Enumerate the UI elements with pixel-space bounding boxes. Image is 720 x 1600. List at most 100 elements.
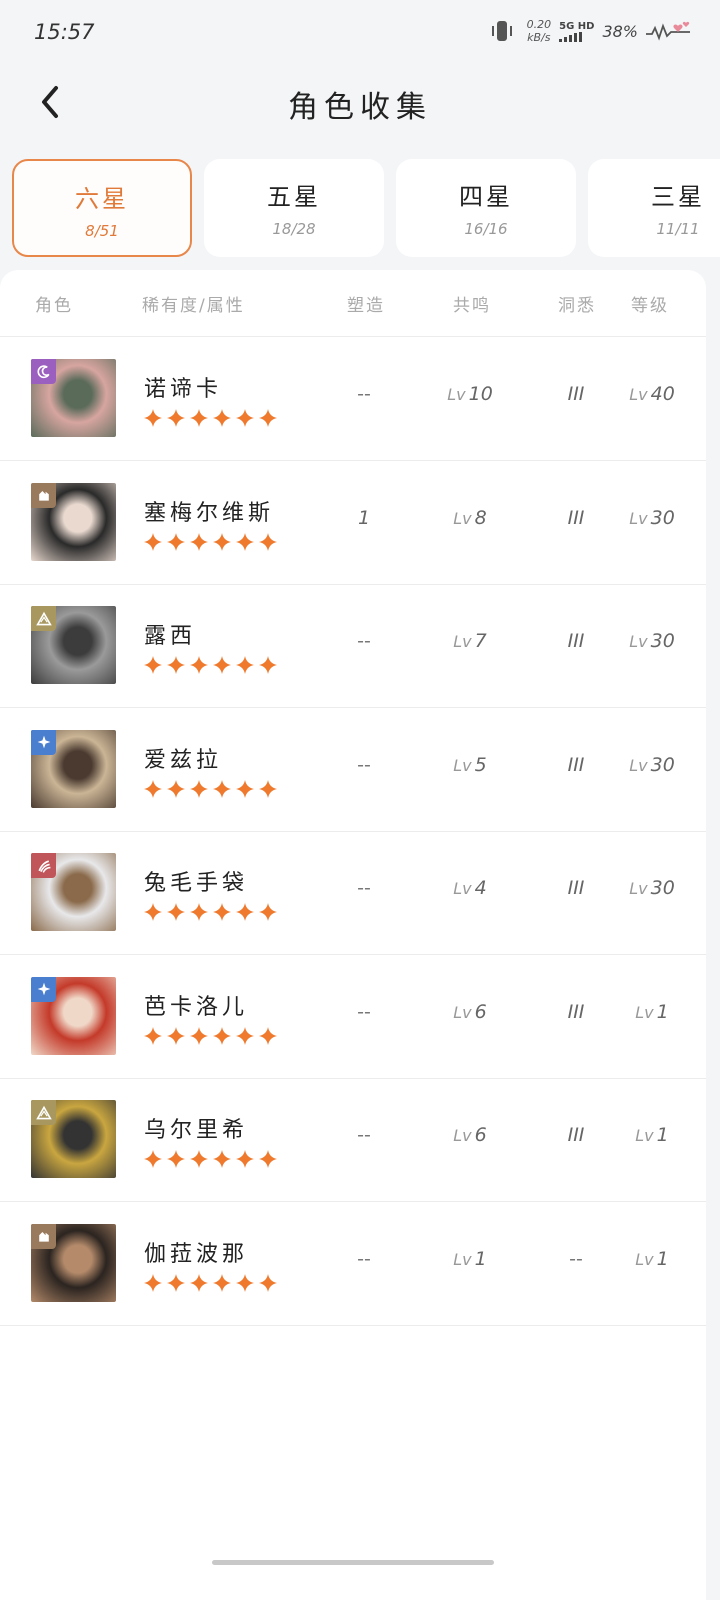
resonance-number: 5 [474,753,487,776]
tab-three-star[interactable]: 三星 11/11 [588,159,720,257]
column-header-character: 角色 [35,296,73,316]
column-header-shaping: 塑造 [347,296,385,316]
tab-label: 三星 [651,183,705,211]
star-icon [212,655,232,679]
star-icon [143,408,163,432]
beast-icon [31,482,56,508]
character-portrait [31,482,116,561]
tab-count: 11/11 [656,220,700,238]
character-name: 诺谛卡 [144,377,223,402]
level-prefix: Lv [635,1249,654,1269]
level-number: 1 [656,1247,669,1270]
level-number: 30 [650,753,675,776]
insight-value: III [567,753,585,776]
star-spark-icon [31,976,56,1002]
character-name: 兔毛手袋 [144,871,249,896]
status-icons: 0.20 kB/s 5G HD 38% [491,18,690,44]
claw-icon [31,853,56,878]
star-icon [166,1026,186,1050]
table-row[interactable]: 乌尔里希 -- Lv 6 III Lv 1 [0,1078,706,1202]
tab-label: 六星 [75,185,129,213]
star-icon [258,902,278,926]
star-icon [189,1026,209,1050]
table-row[interactable]: 伽菈波那 -- Lv 1 -- Lv 1 [0,1202,706,1326]
rarity-tabs: 六星 8/51 五星 18/28 四星 16/16 三星 11/11 [12,159,720,259]
beast-icon [31,1223,56,1249]
insight-value: -- [569,1247,583,1270]
level-prefix: Lv [453,508,472,528]
resonance-value: Lv 1 [453,1248,486,1270]
resonance-value: Lv 6 [453,1001,486,1023]
rarity-stars [143,1273,278,1297]
star-icon [189,1149,209,1173]
star-icon [166,532,186,556]
level-prefix: Lv [447,385,466,404]
star-icon [212,408,232,432]
resonance-value: Lv 7 [453,630,486,652]
level-prefix: Lv [453,1126,472,1145]
star-icon [235,902,255,926]
page-title: 角色收集 [288,90,432,125]
table-row[interactable]: 塞梅尔维斯 1 Lv 8 III Lv 30 [0,461,706,585]
level-prefix: Lv [453,1002,472,1022]
level-prefix: Lv [629,879,648,898]
star-icon [143,1026,163,1050]
tab-four-star[interactable]: 四星 16/16 [396,159,576,257]
star-icon [143,655,163,679]
shaping-value: -- [357,1247,371,1270]
shaping-value: -- [357,383,371,405]
star-icon [212,779,232,803]
level-prefix: Lv [629,755,648,775]
character-portrait [31,1100,116,1178]
resonance-number: 1 [474,1247,487,1270]
level-value: Lv 30 [629,754,675,776]
rarity-stars [143,779,278,803]
level-value: Lv 30 [629,877,675,899]
character-name: 塞梅尔维斯 [144,500,275,526]
star-icon [189,655,209,679]
level-prefix: Lv [635,1002,654,1022]
tab-count: 8/51 [85,222,119,240]
star-icon [258,1026,278,1050]
character-portrait [31,1223,116,1302]
resonance-value: Lv 10 [447,383,493,405]
tab-count: 18/28 [272,220,316,238]
insight-value: III [567,877,585,899]
insight-value: III [567,1000,585,1023]
level-prefix: Lv [629,632,648,651]
column-header-rarity: 稀有度/属性 [142,296,245,316]
star-icon [189,902,209,926]
level-number: 30 [650,630,675,652]
star-icon [212,1273,232,1297]
star-icon [258,532,278,556]
level-prefix: Lv [453,632,472,651]
star-icon [212,1026,232,1050]
table-row[interactable]: 诺谛卡 -- Lv 10 III Lv 40 [0,337,706,461]
table-row[interactable]: 爱兹拉 -- Lv 5 III Lv 30 [0,708,706,832]
table-row[interactable]: 兔毛手袋 -- Lv 4 III Lv 30 [0,831,706,955]
table-row[interactable]: 露西 -- Lv 7 III Lv 30 [0,584,706,708]
tab-count: 16/16 [464,220,508,238]
network-speed-value: 0.20 [526,18,552,31]
character-portrait [31,606,116,684]
character-name: 伽菈波那 [144,1241,249,1267]
resonance-value: Lv 8 [453,507,486,529]
character-table: 角色 稀有度/属性 塑造 共鸣 洞悉 等级 诺谛卡 -- Lv 10 III Lv 40 塞梅… [0,270,706,1600]
shaping-value: -- [357,753,371,776]
shaping-value: -- [357,877,371,899]
resonance-value: Lv 6 [453,1124,486,1146]
insight-value: III [567,630,585,652]
star-icon [189,779,209,803]
network-speed: 0.20 kB/s [527,18,552,44]
character-name: 爱兹拉 [144,747,223,773]
star-icon [235,408,255,432]
level-prefix: Lv [635,1126,654,1145]
tab-six-star[interactable]: 六星 8/51 [12,159,192,257]
table-row[interactable]: 芭卡洛儿 -- Lv 6 III Lv 1 [0,955,706,1079]
shaping-value: -- [357,1124,371,1146]
star-icon [143,1273,163,1297]
moon-icon [31,359,56,384]
tab-five-star[interactable]: 五星 18/28 [204,159,384,257]
level-value: Lv 1 [635,1124,668,1146]
home-indicator[interactable] [212,1560,494,1565]
